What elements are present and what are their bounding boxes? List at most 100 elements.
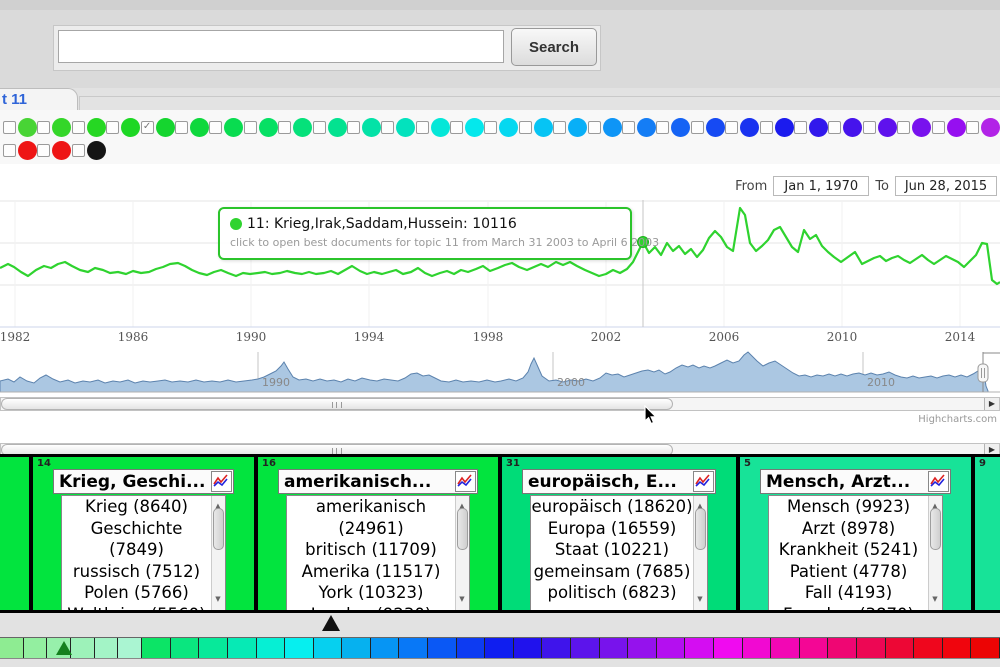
color-scale-cell[interactable] — [600, 638, 629, 658]
tab-topic-11[interactable]: t 11 — [0, 88, 78, 110]
topic-dot[interactable] — [18, 141, 37, 160]
color-scale-cell[interactable] — [943, 638, 972, 658]
topic-checkbox[interactable] — [72, 121, 85, 134]
topic-dot[interactable] — [87, 141, 106, 160]
color-scale-cell[interactable] — [428, 638, 457, 658]
word-list-scrollbar[interactable]: ▲▼ — [455, 496, 469, 610]
scroll-down-icon[interactable]: ▼ — [694, 589, 706, 611]
color-scale-cell[interactable] — [743, 638, 772, 658]
topic-checkbox[interactable] — [37, 144, 50, 157]
topic-word-item[interactable]: Polen (5766) — [62, 582, 211, 604]
color-scale-cell[interactable] — [628, 638, 657, 658]
scroll-thumb[interactable] — [213, 508, 224, 550]
color-scale-cell[interactable] — [771, 638, 800, 658]
topic-dot[interactable] — [981, 118, 1000, 137]
topic-dot[interactable] — [431, 118, 450, 137]
topic-dot[interactable] — [87, 118, 106, 137]
topic-checkbox[interactable] — [72, 144, 85, 157]
scroll-thumb[interactable] — [695, 508, 706, 550]
topic-word-item[interactable]: Weltkrieg (5560) — [62, 604, 211, 611]
topic-dot[interactable] — [947, 118, 966, 137]
color-scale-cell[interactable] — [542, 638, 571, 658]
topic-dot[interactable] — [912, 118, 931, 137]
color-scale-cell[interactable] — [800, 638, 829, 658]
color-scale-cell[interactable] — [485, 638, 514, 658]
topic-word-list[interactable]: Mensch (9923)Arzt (8978)Krankheit (5241)… — [768, 495, 943, 610]
search-button[interactable]: Search — [511, 28, 597, 66]
topic-word-item[interactable]: Krankheit (5241) — [769, 539, 928, 561]
topic-word-item[interactable]: amerikanisch (24961) — [287, 496, 455, 539]
topic-checkbox[interactable] — [966, 121, 979, 134]
color-scale-cell[interactable] — [0, 638, 24, 658]
chart-tooltip[interactable]: 11: Krieg,Irak,Saddam,Hussein: 10116 cli… — [218, 207, 632, 260]
topic-checkbox[interactable] — [313, 121, 326, 134]
topic-word-item[interactable]: Patient (4778) — [769, 561, 928, 583]
color-scale-cell[interactable] — [828, 638, 857, 658]
topic-dot[interactable] — [740, 118, 759, 137]
navigator-area[interactable] — [0, 352, 988, 392]
color-scale-cell[interactable] — [571, 638, 600, 658]
topic-dot[interactable] — [121, 118, 140, 137]
color-scale-cell[interactable] — [71, 638, 95, 658]
word-list-scrollbar[interactable]: ▲▼ — [928, 496, 942, 610]
topic-word-item[interactable]: Forscher (3870) — [769, 604, 928, 611]
topic-dot[interactable] — [671, 118, 690, 137]
color-scale-cell[interactable] — [371, 638, 400, 658]
color-scale-cell[interactable] — [314, 638, 343, 658]
color-scale-cell[interactable] — [514, 638, 543, 658]
color-scale-cell[interactable] — [199, 638, 228, 658]
color-scale-cell[interactable] — [118, 638, 142, 658]
topic-word-item[interactable]: Geschichte (7849) — [62, 518, 211, 561]
topic-dot[interactable] — [18, 118, 37, 137]
topic-checkbox[interactable] — [932, 121, 945, 134]
topic-chart-icon[interactable] — [928, 471, 949, 492]
topic-checkbox[interactable] — [3, 144, 16, 157]
topic-dot[interactable] — [878, 118, 897, 137]
color-scale-cell[interactable] — [657, 638, 686, 658]
topic-dot[interactable] — [52, 118, 71, 137]
color-scale-cell[interactable] — [342, 638, 371, 658]
color-scale-cell[interactable] — [971, 638, 1000, 658]
topic-dot[interactable] — [328, 118, 347, 137]
topic-word-item[interactable]: Fall (4193) — [769, 582, 928, 604]
word-list-scrollbar[interactable]: ▲▼ — [693, 496, 707, 610]
topic-dot[interactable] — [293, 118, 312, 137]
topic-checkbox[interactable] — [725, 121, 738, 134]
topic-checkbox[interactable] — [691, 121, 704, 134]
topic-chart-icon[interactable] — [693, 471, 714, 492]
topic-dot[interactable] — [568, 118, 587, 137]
topic-chart-icon[interactable] — [211, 471, 232, 492]
color-scale-cell[interactable] — [257, 638, 286, 658]
topic-chart-icon[interactable] — [455, 471, 476, 492]
topic-checkbox[interactable] — [553, 121, 566, 134]
color-scale-cell[interactable] — [886, 638, 915, 658]
color-scale-cell[interactable] — [228, 638, 257, 658]
topic-word-item[interactable]: politisch (6823) — [531, 582, 693, 604]
topic-dot[interactable] — [775, 118, 794, 137]
topic-checkbox[interactable] — [450, 121, 463, 134]
topic-checkbox[interactable] — [278, 121, 291, 134]
topic-checkbox[interactable] — [760, 121, 773, 134]
color-scale-cell[interactable] — [457, 638, 486, 658]
topic-checkbox[interactable] — [519, 121, 532, 134]
topic-dot[interactable] — [603, 118, 622, 137]
chart-scrollbar-thumb[interactable] — [1, 398, 673, 410]
topic-word-item[interactable]: britisch (11709) — [287, 539, 455, 561]
topic-word-item[interactable]: Amerika (11517) — [287, 561, 455, 583]
topic-word-item[interactable]: York (10323) — [287, 582, 455, 604]
color-scale-cell[interactable] — [24, 638, 48, 658]
topic-dot[interactable] — [52, 141, 71, 160]
topic-word-item[interactable]: Europa (16559) — [531, 518, 693, 540]
color-scale-cell[interactable] — [142, 638, 171, 658]
color-scale-cell[interactable] — [914, 638, 943, 658]
topic-checkbox[interactable] — [3, 121, 16, 134]
topic-checkbox[interactable] — [106, 121, 119, 134]
topic-checkbox[interactable] — [622, 121, 635, 134]
color-scale-cell[interactable] — [95, 638, 119, 658]
scroll-thumb[interactable] — [930, 508, 941, 550]
scroll-thumb[interactable] — [457, 508, 468, 550]
topic-checkbox[interactable] — [897, 121, 910, 134]
topic-dot[interactable] — [706, 118, 725, 137]
topic-word-item[interactable]: Krieg (8640) — [62, 496, 211, 518]
topic-word-item[interactable]: London (9230) — [287, 604, 455, 611]
